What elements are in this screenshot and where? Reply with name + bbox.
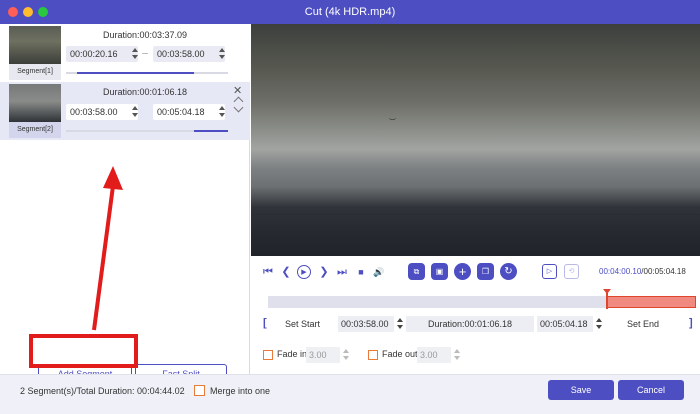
- trim-bar: [ Set Start 00:03:58.00 Duration:00:01:0…: [263, 316, 696, 332]
- next-frame-icon[interactable]: ❯: [317, 265, 331, 279]
- timeline-selection[interactable]: [606, 296, 696, 308]
- segment-label: Segment[2]: [9, 122, 61, 138]
- fade-in-checkbox[interactable]: [263, 350, 273, 360]
- end-time-stepper[interactable]: [219, 48, 225, 60]
- window-title: Cut (4k HDR.mp4): [304, 6, 396, 18]
- segment-range-track: [66, 130, 228, 132]
- cancel-button[interactable]: Cancel: [618, 380, 684, 400]
- total-time: 00:05:04.18: [643, 267, 686, 276]
- set-start-button[interactable]: Set Start: [285, 316, 321, 332]
- bottom-bar: 2 Segment(s)/Total Duration: 00:04:44.02…: [0, 374, 700, 414]
- segment-list: Segment[1] Duration:00:03:37.09 00:00:20…: [0, 24, 250, 142]
- time-readout: 00:04:00.10/00:05:04.18: [599, 267, 686, 276]
- video-preview[interactable]: ︶: [251, 24, 700, 256]
- set-end-button[interactable]: Set End: [627, 316, 660, 332]
- play-icon[interactable]: ▶: [297, 265, 311, 279]
- skip-to-end-icon[interactable]: ⏭: [335, 265, 349, 279]
- fade-out-checkbox[interactable]: [368, 350, 378, 360]
- segment-range-fill: [77, 72, 194, 74]
- left-bracket-icon[interactable]: [: [263, 317, 267, 329]
- fade-in-label: Fade in: [277, 349, 308, 359]
- save-button[interactable]: Save: [548, 380, 614, 400]
- right-bracket-icon[interactable]: ]: [689, 317, 693, 329]
- close-icon[interactable]: ✕: [233, 84, 242, 97]
- trim-end-field[interactable]: 00:05:04.18: [537, 316, 593, 332]
- bird-shape: ︶: [389, 119, 396, 126]
- merge-label: Merge into one: [210, 386, 271, 396]
- copy-icon[interactable]: ❐: [477, 263, 494, 280]
- current-time: 00:04:00.10: [599, 267, 642, 276]
- loop-icon[interactable]: ⟲: [564, 264, 579, 279]
- fade-out-stepper[interactable]: [454, 349, 460, 361]
- segment-range-track: [66, 72, 228, 74]
- fade-in-input[interactable]: 3.00: [306, 347, 340, 363]
- segments-summary: 2 Segment(s)/Total Duration: 00:04:44.02: [20, 386, 185, 396]
- volume-icon[interactable]: 🔊: [372, 265, 386, 279]
- title-bar: Cut (4k HDR.mp4): [0, 0, 700, 24]
- skip-to-start-icon[interactable]: ⏮: [261, 265, 275, 279]
- chevron-down-icon[interactable]: [233, 102, 244, 113]
- segment-duration: Duration:00:01:06.18: [102, 87, 188, 97]
- segment-item-2[interactable]: Segment[2] Duration:00:01:06.18 00:03:58…: [0, 82, 250, 140]
- snapshot-icon[interactable]: ▣: [431, 263, 448, 280]
- segment-start-time[interactable]: 00:03:58.00: [66, 104, 138, 120]
- thumbnail-image: [9, 26, 61, 64]
- stop-icon[interactable]: ■: [354, 265, 368, 279]
- trim-duration: Duration:00:01:06.18: [406, 316, 534, 332]
- fade-out-label: Fade out: [382, 349, 418, 359]
- end-time-stepper[interactable]: [219, 106, 225, 118]
- segment-thumbnail: Segment[2]: [9, 84, 61, 138]
- play-segment-icon[interactable]: ▷: [542, 264, 557, 279]
- segment-thumbnail: Segment[1]: [9, 26, 61, 80]
- thumbnail-image: [9, 84, 61, 122]
- player-controls: ⏮ ❮ ▶ ❯ ⏭ ■ 🔊 ⧉ ▣ + ❐ ↻ ▷ ⟲ 00:04:00.10/…: [251, 256, 700, 374]
- horizon-line: [251, 214, 700, 215]
- add-icon[interactable]: +: [454, 263, 471, 280]
- segment-start-time[interactable]: 00:00:20.16: [66, 46, 138, 62]
- segment-range-fill: [194, 130, 228, 132]
- trim-start-field[interactable]: 00:03:58.00: [338, 316, 394, 332]
- range-separator: [142, 53, 148, 54]
- trim-start-stepper[interactable]: [397, 318, 403, 330]
- timeline-track[interactable]: [268, 289, 696, 309]
- fade-out-input[interactable]: 3.00: [417, 347, 451, 363]
- fade-in-stepper[interactable]: [343, 349, 349, 361]
- start-time-stepper[interactable]: [132, 106, 138, 118]
- split-icon[interactable]: ⧉: [408, 263, 425, 280]
- segment-end-time[interactable]: 00:03:58.00: [153, 46, 225, 62]
- segment-end-time[interactable]: 00:05:04.18: [153, 104, 225, 120]
- segment-item-1[interactable]: Segment[1] Duration:00:03:37.09 00:00:20…: [0, 24, 250, 82]
- start-time-stepper[interactable]: [132, 48, 138, 60]
- segment-label: Segment[1]: [9, 64, 61, 80]
- segment-panel: Segment[1] Duration:00:03:37.09 00:00:20…: [0, 24, 250, 384]
- segment-duration: Duration:00:03:37.09: [102, 30, 188, 40]
- merge-checkbox[interactable]: [194, 385, 205, 396]
- rotate-icon[interactable]: ↻: [500, 263, 517, 280]
- fade-row: Fade in 3.00 Fade out 3.00: [263, 347, 696, 363]
- annotation-highlight-box: [29, 334, 138, 368]
- playhead-marker-icon[interactable]: [603, 289, 611, 294]
- trim-end-stepper[interactable]: [596, 318, 602, 330]
- previous-frame-icon[interactable]: ❮: [279, 265, 293, 279]
